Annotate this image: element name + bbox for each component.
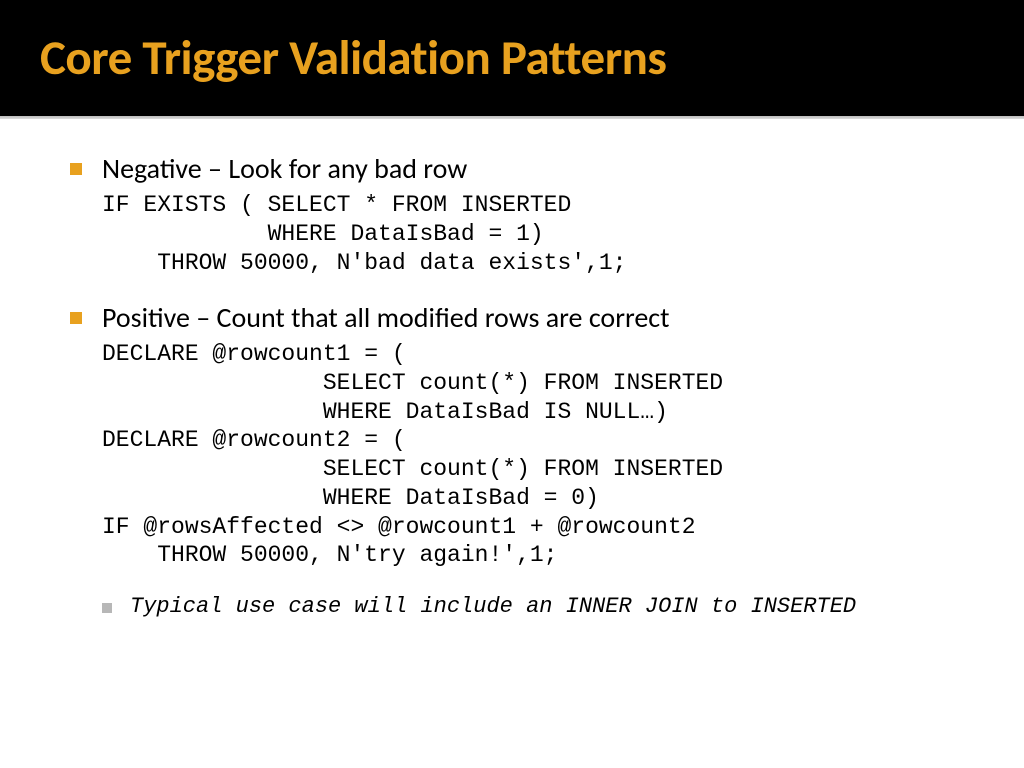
note-text: Typical use case will include an INNER J… — [130, 594, 856, 619]
square-bullet-icon — [102, 603, 112, 613]
note-item: Typical use case will include an INNER J… — [102, 594, 954, 619]
bullet-label: Positive – Count that all modified rows … — [102, 300, 670, 336]
slide-title: Core Trigger Validation Patterns — [40, 28, 984, 88]
code-block: DECLARE @rowcount1 = ( SELECT count(*) F… — [102, 340, 954, 570]
code-block: IF EXISTS ( SELECT * FROM INSERTED WHERE… — [102, 191, 954, 277]
bullet-label: Negative – Look for any bad row — [102, 151, 467, 187]
slide: Core Trigger Validation Patterns Negativ… — [0, 0, 1024, 768]
title-bar: Core Trigger Validation Patterns — [0, 0, 1024, 116]
square-bullet-icon — [70, 312, 82, 324]
square-bullet-icon — [70, 163, 82, 175]
bullet-item: Negative – Look for any bad row — [70, 151, 954, 187]
bullet-item: Positive – Count that all modified rows … — [70, 300, 954, 336]
content-area: Negative – Look for any bad row IF EXIST… — [0, 119, 1024, 619]
